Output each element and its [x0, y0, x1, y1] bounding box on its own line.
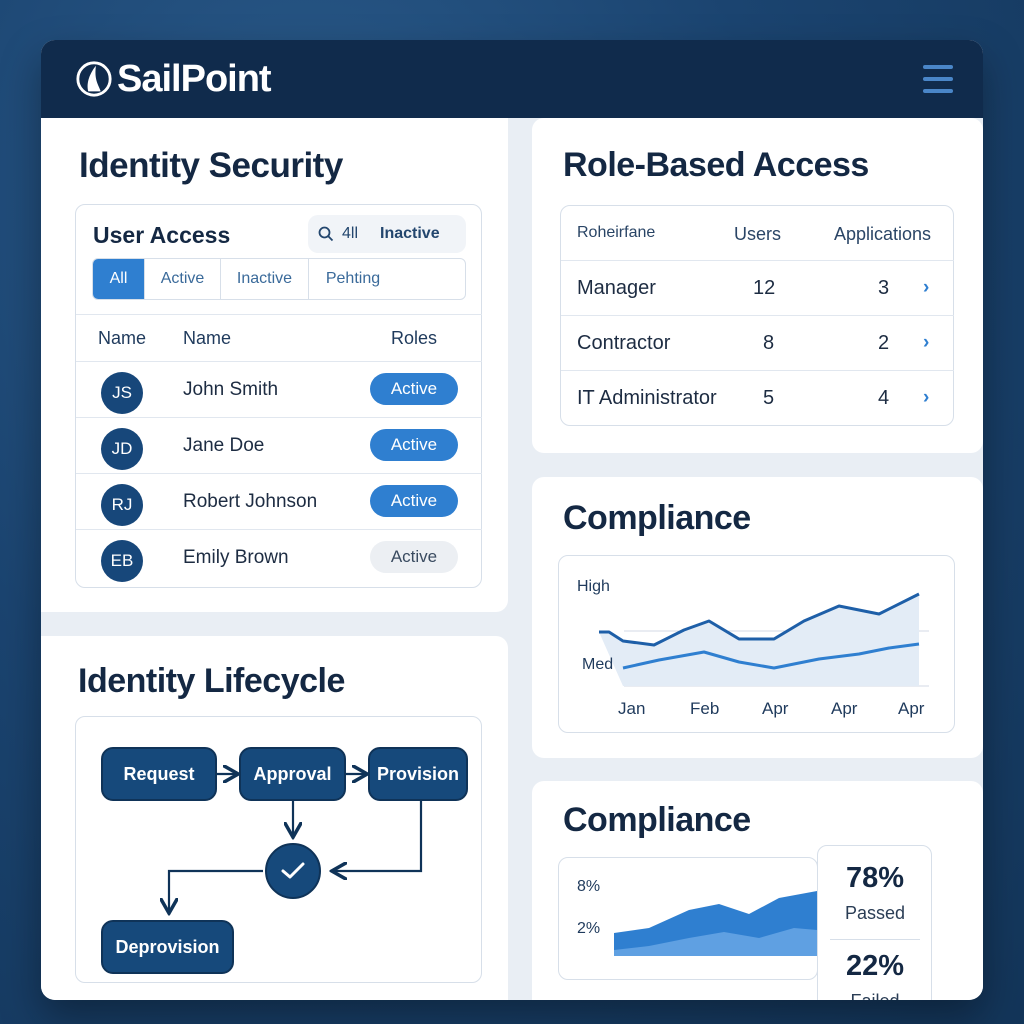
- compliance-trend-title: Compliance: [563, 499, 751, 537]
- user-access-title: User Access: [93, 222, 231, 248]
- avatar: JS: [101, 372, 143, 414]
- failed-label: Failed: [818, 991, 932, 1000]
- role-name: Manager: [577, 277, 656, 299]
- table-row[interactable]: IT Administrator 5 4 ›: [561, 370, 954, 425]
- lifecycle-node-deprovision[interactable]: Deprovision: [101, 920, 234, 974]
- compliance-trend-chart: High Med Jan Feb Apr Apr Apr: [558, 555, 955, 733]
- x-axis-label: Apr: [762, 699, 789, 718]
- user-table-header: Name Name Roles: [76, 314, 482, 361]
- chevron-right-icon[interactable]: ›: [923, 387, 929, 409]
- lifecycle-node-approval[interactable]: Approval: [239, 747, 346, 801]
- status-badge[interactable]: Active: [370, 541, 458, 573]
- table-row[interactable]: Manager 12 3 ›: [561, 260, 954, 315]
- avatar: RJ: [101, 484, 143, 526]
- compliance-trend-card: Compliance High Med Jan Feb Apr Apr Apr: [532, 477, 983, 758]
- table-row[interactable]: JS John Smith Active: [76, 361, 482, 417]
- lifecycle-diagram: Request Approval Provision Deprovision: [75, 716, 482, 983]
- compliance-summary-card: Compliance 8% 2% 78% Passed 22% Failed: [532, 781, 983, 1000]
- chevron-right-icon[interactable]: ›: [923, 277, 929, 299]
- role-users: 5: [763, 387, 775, 409]
- column-header: Name: [183, 328, 232, 348]
- user-access-panel: User Access 4ll Inactive All Active Inac…: [75, 204, 482, 588]
- table-row[interactable]: JD Jane Doe Active: [76, 417, 482, 473]
- compliance-summary-title: Compliance: [563, 801, 751, 839]
- compliance-area-chart: 8% 2%: [558, 857, 818, 980]
- sail-logo-icon: [76, 61, 112, 97]
- user-name: John Smith: [183, 379, 279, 400]
- role-applications: 3: [878, 277, 890, 299]
- column-header: Users: [734, 224, 782, 244]
- x-axis-label: Feb: [690, 699, 720, 718]
- brand-name: SailPoint: [117, 57, 272, 100]
- x-axis-label: Apr: [898, 699, 925, 718]
- identity-lifecycle-title: Identity Lifecycle: [78, 662, 345, 700]
- table-row[interactable]: RJ Robert Johnson Active: [76, 473, 482, 529]
- column-header: Name: [98, 328, 147, 348]
- stats-divider: [830, 939, 920, 940]
- y-axis-label: 2%: [577, 920, 601, 937]
- user-name: Jane Doe: [183, 435, 265, 456]
- column-header: Applications: [834, 224, 932, 244]
- role-applications: 2: [878, 332, 890, 354]
- filter-pending[interactable]: Pehting: [309, 259, 397, 299]
- filter-inactive[interactable]: Inactive: [221, 259, 309, 299]
- avatar: EB: [101, 540, 143, 582]
- user-name: Emily Brown: [183, 547, 289, 568]
- search-icon: [318, 226, 334, 242]
- status-badge[interactable]: Active: [370, 429, 458, 461]
- role-based-access-title: Role-Based Access: [563, 146, 869, 184]
- identity-security-card: Identity Security User Access 4ll Inacti…: [41, 118, 508, 612]
- roles-table-header: Roheirfane Users Applications: [561, 206, 954, 260]
- filter-all[interactable]: All: [93, 259, 145, 299]
- y-axis-label: 8%: [577, 878, 601, 895]
- column-header: Roheirfane: [577, 224, 656, 241]
- check-glyph: [281, 862, 305, 879]
- x-axis-label: Jan: [618, 699, 646, 718]
- hamburger-menu-icon[interactable]: [923, 65, 953, 93]
- role-based-access-card: Role-Based Access Roheirfane Users Appli…: [532, 118, 983, 453]
- role-users: 8: [763, 332, 775, 354]
- avatar: JD: [101, 428, 143, 470]
- status-badge[interactable]: Active: [370, 373, 458, 405]
- role-users: 12: [753, 277, 776, 299]
- role-name: Contractor: [577, 332, 671, 354]
- checkmark-icon[interactable]: [265, 843, 321, 899]
- x-axis-label: Apr: [831, 699, 858, 718]
- table-row[interactable]: EB Emily Brown Active: [76, 529, 482, 585]
- role-name: IT Administrator: [577, 387, 717, 409]
- passed-stat: 78% Passed: [818, 862, 932, 924]
- identity-security-title: Identity Security: [79, 146, 343, 185]
- passed-percentage: 78%: [845, 862, 905, 894]
- filter-active[interactable]: Active: [145, 259, 221, 299]
- failed-percentage: 22%: [845, 950, 905, 982]
- failed-stat: 22% Failed: [818, 950, 932, 1000]
- lifecycle-node-request[interactable]: Request: [101, 747, 217, 801]
- search-filter-label: Inactive: [380, 225, 440, 242]
- brand-logo[interactable]: SailPoint: [75, 57, 272, 101]
- column-header: Roles: [391, 328, 438, 348]
- roles-table: Roheirfane Users Applications Manager 12…: [560, 205, 954, 426]
- y-axis-label: Med: [582, 656, 614, 673]
- user-access-search[interactable]: 4ll Inactive: [308, 215, 466, 253]
- y-axis-label: High: [577, 578, 610, 595]
- app-window: SailPoint Identity Security User Access …: [41, 40, 983, 1000]
- user-name: Robert Johnson: [183, 491, 318, 512]
- role-applications: 4: [878, 387, 890, 409]
- passed-label: Passed: [844, 903, 906, 923]
- status-filter-tabs: All Active Inactive Pehting: [92, 258, 466, 300]
- search-value: 4ll: [342, 225, 359, 242]
- top-bar: SailPoint: [41, 40, 983, 118]
- status-badge[interactable]: Active: [370, 485, 458, 517]
- table-row[interactable]: Contractor 8 2 ›: [561, 315, 954, 370]
- lifecycle-node-provision[interactable]: Provision: [368, 747, 468, 801]
- chevron-right-icon[interactable]: ›: [923, 332, 929, 354]
- identity-lifecycle-card: Identity Lifecycle Request Approval Prov…: [41, 636, 508, 1000]
- compliance-stats: 78% Passed 22% Failed: [817, 845, 932, 1000]
